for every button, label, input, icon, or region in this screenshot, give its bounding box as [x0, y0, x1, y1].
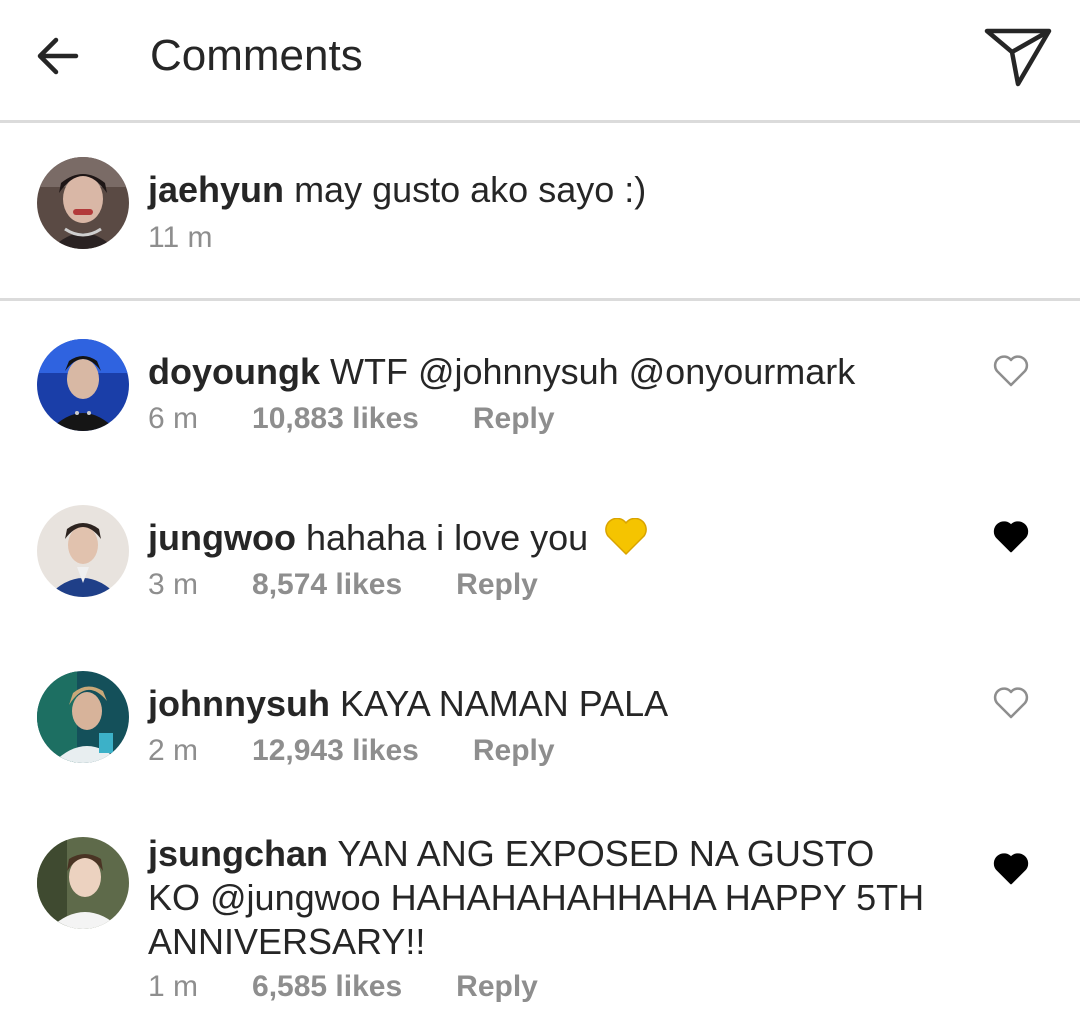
- comment-username[interactable]: doyoungk: [148, 351, 320, 392]
- reply-button[interactable]: Reply: [473, 731, 555, 771]
- caption-username[interactable]: jaehyun: [148, 169, 284, 210]
- comment-text: doyoungk WTF @johnnysuh @onyourmark: [148, 350, 948, 394]
- reply-button[interactable]: Reply: [456, 967, 538, 1007]
- arrow-left-icon: [37, 37, 79, 75]
- likes-count[interactable]: 10,883 likes: [252, 399, 419, 439]
- comment-meta: 3 m 8,574 likes Reply: [148, 565, 538, 605]
- like-button[interactable]: [990, 850, 1032, 888]
- paper-plane-icon: [984, 28, 1052, 87]
- avatar[interactable]: [37, 837, 129, 929]
- comment-time: 6 m: [148, 402, 199, 435]
- like-button[interactable]: [990, 518, 1032, 556]
- comment-text: jsungchan YAN ANG EXPOSED NA GUSTO KO @j…: [148, 832, 928, 964]
- comment-text: johnnysuh KAYA NAMAN PALA: [148, 682, 948, 726]
- comment-time: 1 m: [148, 970, 199, 1003]
- comment-body: WTF @johnnysuh @onyourmark: [330, 351, 856, 392]
- caption-divider: [0, 298, 1080, 301]
- comment-username[interactable]: jsungchan: [148, 833, 328, 874]
- heart-filled-icon: [993, 521, 1029, 553]
- header-divider: [0, 120, 1080, 123]
- avatar[interactable]: [37, 339, 129, 431]
- yellow-heart-emoji: [605, 518, 648, 555]
- heart-filled-icon: [993, 853, 1029, 885]
- avatar[interactable]: [37, 671, 129, 763]
- page-title: Comments: [150, 31, 363, 80]
- likes-count[interactable]: 6,585 likes: [252, 967, 402, 1007]
- reply-button[interactable]: Reply: [456, 565, 538, 605]
- comment-time: 2 m: [148, 734, 199, 767]
- reply-button[interactable]: Reply: [473, 399, 555, 439]
- back-button[interactable]: [30, 28, 86, 84]
- heart-outline-icon: [993, 355, 1029, 387]
- comment-time: 3 m: [148, 568, 199, 601]
- caption-meta: 11 m: [148, 218, 212, 258]
- heart-outline-icon: [993, 687, 1029, 719]
- share-button[interactable]: [982, 24, 1054, 90]
- avatar[interactable]: [37, 505, 129, 597]
- comment-username[interactable]: johnnysuh: [148, 683, 330, 724]
- caption-body: may gusto ako sayo :): [294, 169, 647, 210]
- like-button[interactable]: [990, 352, 1032, 390]
- caption-text: jaehyun may gusto ako sayo :): [148, 168, 948, 212]
- likes-count[interactable]: 8,574 likes: [252, 565, 402, 605]
- caption-time: 11 m: [148, 221, 213, 254]
- comment-body: hahaha i love you: [305, 517, 589, 558]
- header-bar: Comments: [0, 0, 1080, 120]
- avatar[interactable]: [37, 157, 129, 249]
- like-button[interactable]: [990, 684, 1032, 722]
- comment-meta: 2 m 12,943 likes Reply: [148, 731, 555, 771]
- comment-meta: 1 m 6,585 likes Reply: [148, 967, 538, 1007]
- comment-text: jungwoo hahaha i love you: [148, 516, 948, 560]
- likes-count[interactable]: 12,943 likes: [252, 731, 419, 771]
- comment-body: KAYA NAMAN PALA: [340, 683, 669, 724]
- comment-username[interactable]: jungwoo: [148, 517, 296, 558]
- comment-meta: 6 m 10,883 likes Reply: [148, 399, 555, 439]
